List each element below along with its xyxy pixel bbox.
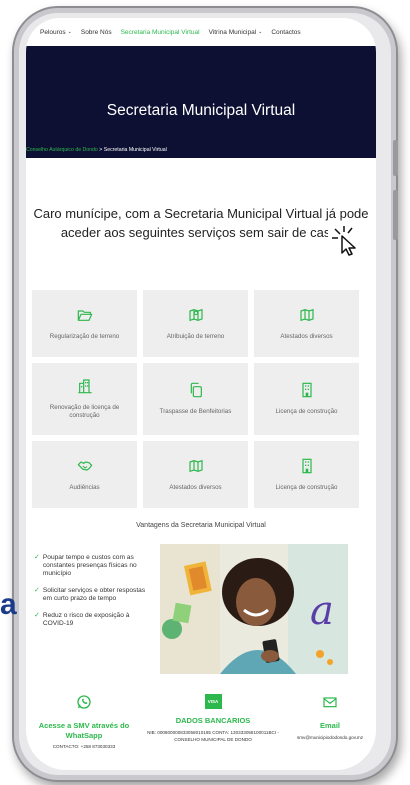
- service-label: Traspasse de Benfeitorias: [159, 408, 232, 415]
- bank-details-line-1: NIB: 000800000833058010185 CONTA: 130333…: [147, 730, 279, 735]
- service-label: Licença de construção: [275, 483, 338, 491]
- footer: Acesse a SMV através do WhatSapp CONTACT…: [26, 694, 376, 770]
- copy-icon: [190, 382, 202, 398]
- service-tile[interactable]: Audiências: [32, 441, 137, 508]
- whatsapp-contact: CONTACTO: +258 873030333: [52, 744, 116, 749]
- advantage-text: Poupar tempo e custos com as constantes …: [42, 554, 137, 577]
- service-tile[interactable]: Atestados diversos: [254, 290, 359, 357]
- building-icon: [301, 458, 312, 473]
- service-label: Regularização de terreno: [49, 332, 120, 340]
- nav-item-secretaria[interactable]: Secretaria Municipal Virtual: [121, 29, 200, 36]
- list-item: ✓ Poupar tempo e custos com as constantes…: [34, 554, 146, 578]
- intro-line-1: Caro munícipe, com a Secretaria Municipa…: [33, 206, 369, 221]
- advantages-list: ✓ Poupar tempo e custos com as constantes…: [34, 554, 146, 637]
- background-letter: a: [0, 588, 17, 621]
- footer-whatsapp[interactable]: Acesse a SMV através do WhatSapp CONTACT…: [34, 694, 134, 750]
- advantages-title: Vantagens da Secretaria Municipal Virtua…: [136, 522, 266, 529]
- top-nav: Pelouros ⌄ Sobre Nós Secretaria Municipal…: [26, 18, 376, 46]
- advantage-text: Reduz o risco de exposição à COVID-19: [42, 612, 130, 627]
- service-label: Atribuição de terreno: [166, 332, 225, 340]
- phone-screen: Pelouros ⌄ Sobre Nós Secretaria Municipal…: [26, 18, 376, 770]
- city-icon: [77, 379, 92, 394]
- nav-item-contactos[interactable]: Contactos: [271, 29, 300, 36]
- whatsapp-title: Acesse a SMV através do WhatSapp: [38, 721, 130, 740]
- intro-text: Caro munícipe, com a Secretaria Municipa…: [26, 204, 376, 242]
- breadcrumb-link[interactable]: Conselho Autárquico de Dondo: [26, 147, 98, 153]
- email-value[interactable]: smv@municipiododondo.gov.mz: [288, 734, 372, 741]
- advantage-text: Solicitar serviços e obter respostas em …: [42, 587, 146, 602]
- breadcrumb: Conselho Autárquico de Dondo > Secretari…: [26, 147, 167, 153]
- nav-item-pelouros[interactable]: Pelouros: [40, 29, 66, 36]
- visa-card-icon: VISA: [204, 694, 222, 709]
- service-label: Audiências: [69, 483, 100, 491]
- map-icon: [188, 459, 203, 472]
- map-icon: [299, 308, 314, 321]
- breadcrumb-current: Secretaria Municipal Virtual: [103, 147, 167, 153]
- hero-banner: Secretaria Municipal Virtual Conselho Au…: [26, 46, 376, 158]
- email-icon: [323, 697, 337, 708]
- map-pin-icon: [188, 308, 203, 321]
- folder-open-icon: [77, 309, 92, 321]
- bank-title: DADOS BANCARIOS: [175, 716, 251, 725]
- service-tile[interactable]: Atribuição de terreno: [143, 290, 248, 357]
- service-label: Atestados diversos: [169, 483, 222, 491]
- footer-email[interactable]: Email smv@municipiododondo.gov.mz: [288, 694, 372, 741]
- svg-text:a: a: [310, 588, 334, 634]
- woman-with-phone-photo: a: [160, 544, 348, 674]
- service-tile[interactable]: Renovação de licença de construção: [32, 363, 137, 435]
- service-tile[interactable]: Traspasse de Benfeitorias: [143, 363, 248, 435]
- phone-volume-button: [393, 190, 398, 240]
- service-tile[interactable]: Licença de construção: [254, 441, 359, 508]
- phone-side-button: [393, 140, 398, 176]
- service-tile[interactable]: Regularização de terreno: [32, 290, 137, 357]
- handshake-icon: [77, 460, 92, 471]
- service-tile[interactable]: Atestados diversos: [143, 441, 248, 508]
- click-cursor-icon: [328, 223, 362, 257]
- services-grid: Regularização de terreno Atribuição de t…: [32, 290, 359, 508]
- page-title: Secretaria Municipal Virtual: [106, 102, 296, 119]
- nav-item-sobre-nos[interactable]: Sobre Nós: [81, 29, 112, 36]
- check-icon: ✓: [34, 554, 40, 561]
- email-title: Email: [319, 721, 340, 730]
- check-icon: ✓: [34, 612, 40, 619]
- bank-details-line-2: CONSELHO MUNICIPAL DE DONDO: [174, 737, 252, 742]
- check-icon: ✓: [34, 587, 40, 594]
- service-tile[interactable]: Licença de construção: [254, 363, 359, 435]
- chevron-down-icon: ⌄: [258, 29, 263, 35]
- whatsapp-icon: [77, 695, 91, 709]
- list-item: ✓ Reduz o risco de exposição à COVID-19: [34, 612, 146, 628]
- footer-bank: VISA DADOS BANCARIOS NIB: 00080000083305…: [142, 694, 284, 743]
- intro-line-2: aceder aos seguintes serviços sem sair d…: [60, 225, 342, 240]
- service-label: Atestados diversos: [280, 332, 333, 340]
- nav-item-vitrina[interactable]: Vitrina Municipal: [209, 29, 257, 36]
- service-label: Renovação de licença de construção: [49, 404, 120, 419]
- service-label: Licença de construção: [275, 408, 338, 415]
- chevron-down-icon: ⌄: [67, 29, 72, 35]
- list-item: ✓ Solicitar serviços e obter respostas em…: [34, 587, 146, 603]
- building-icon: [301, 382, 312, 398]
